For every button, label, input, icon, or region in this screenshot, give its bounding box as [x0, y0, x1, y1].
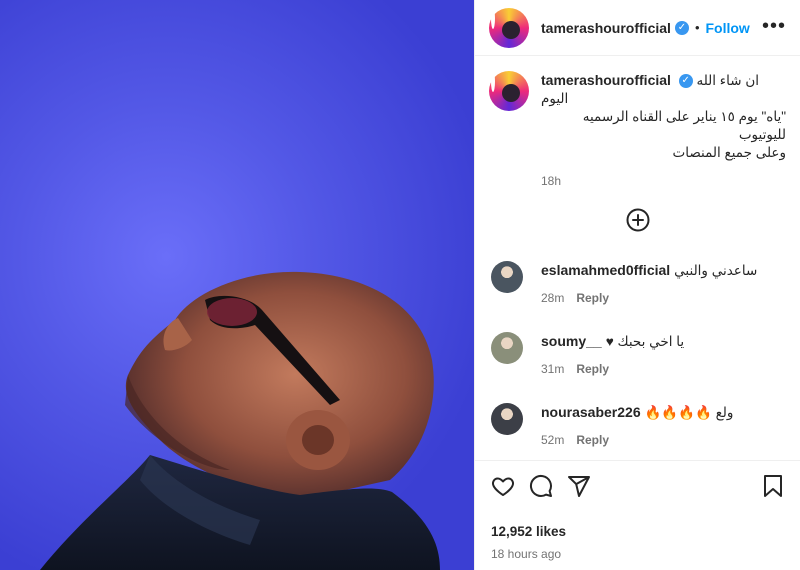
heart-icon[interactable]: [491, 474, 515, 503]
reply-button[interactable]: Reply: [576, 362, 609, 376]
commenter-username[interactable]: nourasaber226: [541, 404, 641, 420]
comment-time: 28m: [541, 291, 565, 305]
caption-username[interactable]: tamerashourofficial: [541, 72, 671, 88]
reply-button[interactable]: Reply: [576, 433, 609, 447]
comment-time: 52m: [541, 433, 565, 447]
verified-badge-icon: ✓: [678, 74, 693, 89]
commenter-avatar[interactable]: [491, 332, 523, 364]
post-caption: tamerashourofficial ✓ ان شاء الله اليوم …: [475, 57, 800, 190]
comment-item: eslamahmed0fficial ساعدني والنبي 28m Reply: [475, 261, 800, 307]
comment-text: ولع 🔥🔥🔥🔥: [644, 405, 734, 420]
portrait-illustration: [40, 271, 440, 570]
share-icon[interactable]: [567, 474, 591, 503]
separator-dot: •: [694, 20, 700, 35]
author-avatar[interactable]: [489, 7, 529, 48]
commenter-avatar[interactable]: [491, 261, 523, 293]
comment-list: eslamahmed0fficial ساعدني والنبي 28m Reply s…: [475, 261, 800, 460]
caption-time: 18h: [541, 174, 562, 188]
comment-item: soumy__ يا اخي بحبك ♥ 31m Reply: [475, 332, 800, 378]
comment-time: 31m: [541, 362, 565, 376]
comment-icon[interactable]: [529, 474, 553, 503]
commenter-avatar[interactable]: [491, 403, 523, 435]
post-timestamp: 18 hours ago: [491, 547, 562, 561]
author-username[interactable]: tamerashourofficial: [541, 20, 671, 36]
commenter-username[interactable]: eslamahmed0fficial: [541, 262, 670, 278]
post-header: tamerashourofficial ✓ • Follow •••: [475, 0, 800, 56]
likes-count[interactable]: 12,952 likes: [491, 524, 784, 539]
post-side-panel: tamerashourofficial ✓ • Follow ••• tamer…: [474, 0, 800, 570]
comment-text: يا اخي بحبك ♥: [605, 334, 685, 349]
caption-line-3: وعلى جميع المنصات: [672, 145, 786, 160]
load-more-comments: [475, 208, 800, 237]
caption-author-avatar[interactable]: [489, 71, 529, 111]
comments-scroll-area[interactable]: tamerashourofficial ✓ ان شاء الله اليوم …: [475, 57, 800, 460]
commenter-username[interactable]: soumy__: [541, 333, 602, 349]
reply-button[interactable]: Reply: [576, 291, 609, 305]
caption-line-2: "ياه" يوم ١٥ يناير على القناه الرسميه لل…: [582, 109, 786, 142]
add-circle-icon[interactable]: [626, 208, 650, 232]
comment-item: nourasaber226 ولع 🔥🔥🔥🔥 52m Reply: [475, 403, 800, 449]
bookmark-icon[interactable]: [762, 474, 784, 503]
verified-badge-icon: ✓: [674, 20, 689, 35]
more-options-icon[interactable]: •••: [762, 16, 786, 36]
post-photo[interactable]: [0, 0, 474, 570]
comment-text: ساعدني والنبي: [674, 263, 758, 278]
follow-button[interactable]: Follow: [706, 20, 750, 36]
post-actions: 12,952 likes 18 hours ago: [475, 460, 800, 570]
